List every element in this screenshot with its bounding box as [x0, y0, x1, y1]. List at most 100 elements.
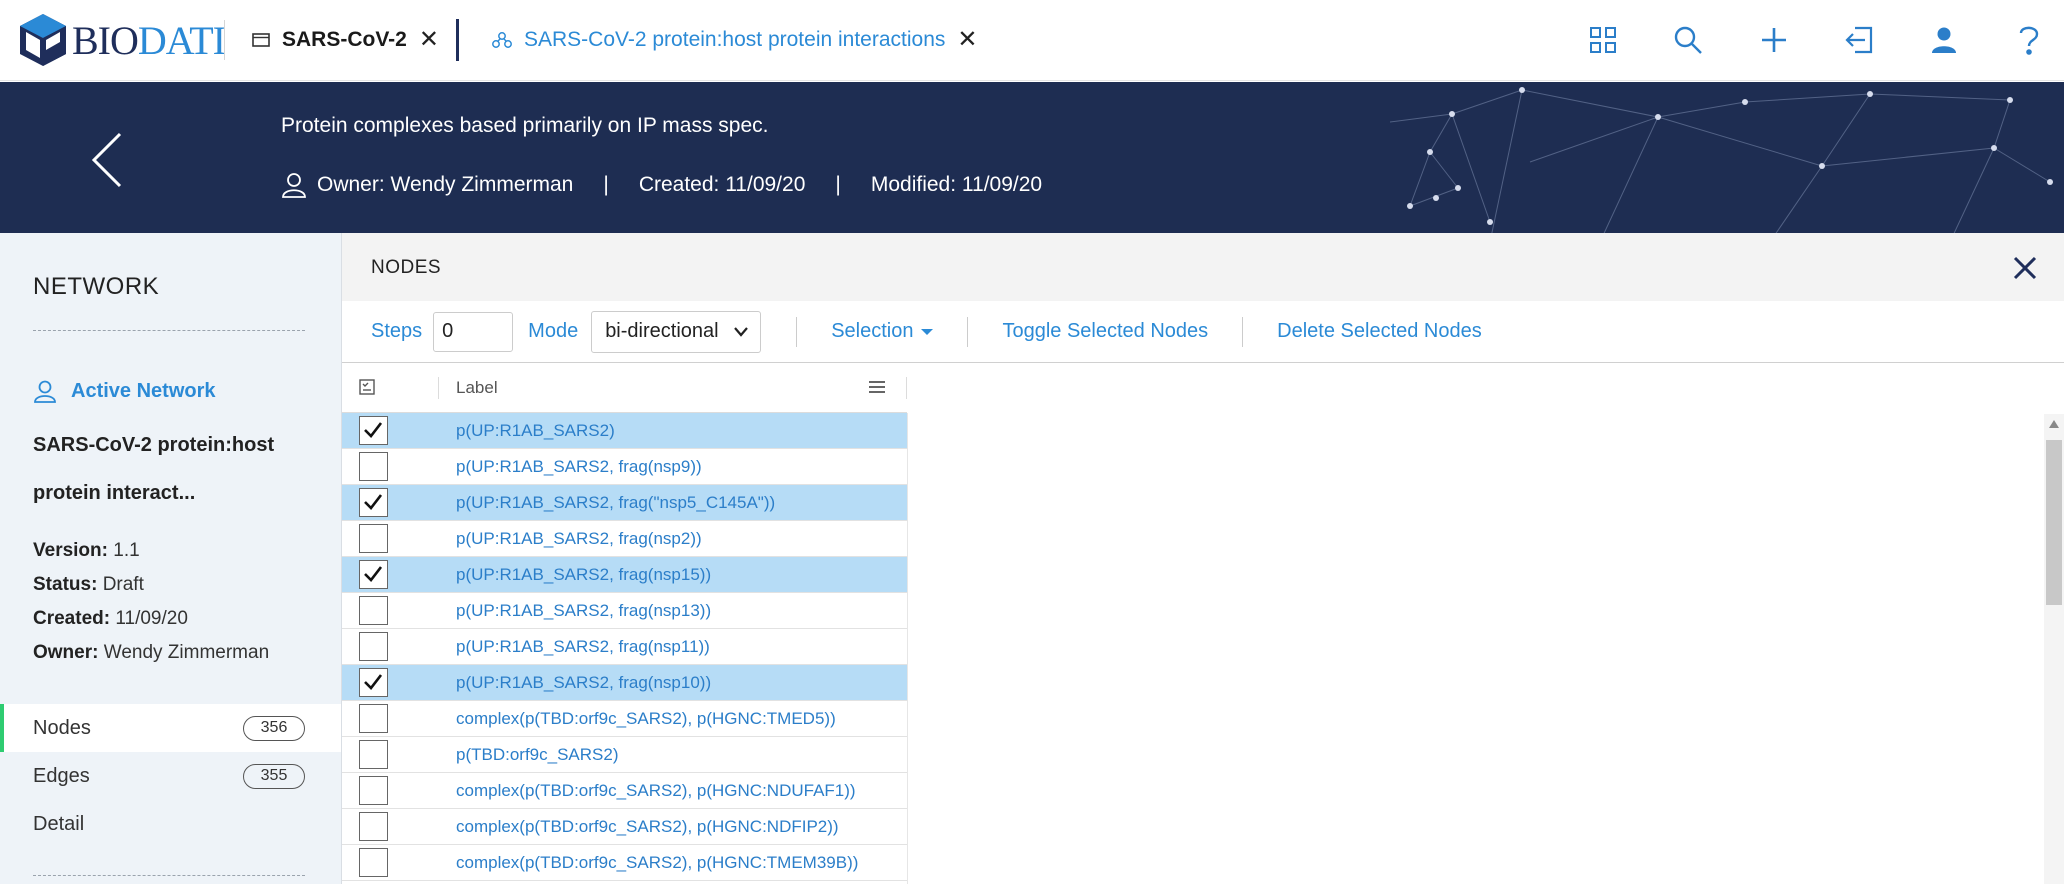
node-label[interactable]: complex(p(TBD:orf9c_SARS2), p(HGNC:NDFIP…: [456, 817, 839, 837]
node-label[interactable]: p(UP:R1AB_SARS2, frag(nsp11)): [456, 637, 710, 657]
node-label[interactable]: p(UP:R1AB_SARS2, frag(nsp2)): [456, 529, 702, 549]
mode-label: Mode: [528, 320, 579, 342]
table-row[interactable]: complex(p(TBD:orf9c_SARS2), p(HGNC:TMED5…: [342, 701, 907, 737]
toolbar-divider: [1242, 316, 1244, 347]
toolbar-divider: [796, 316, 798, 347]
active-network-label: Active Network: [71, 379, 216, 402]
user-icon[interactable]: [1926, 22, 1962, 58]
sidebar-item-label: Edges: [33, 764, 90, 787]
tab-protein-interactions[interactable]: SARS-CoV-2 protein:host protein interact…: [492, 22, 978, 58]
biodati-logo[interactable]: BIODATI: [18, 12, 226, 68]
meta-separator: |: [835, 173, 841, 196]
active-network-link[interactable]: Active Network: [33, 379, 216, 403]
tab-label: SARS-CoV-2 protein:host protein interact…: [524, 28, 946, 51]
nodes-count-badge: 356: [243, 715, 305, 741]
table-row[interactable]: p(UP:R1AB_SARS2): [342, 413, 907, 449]
import-icon[interactable]: [1841, 22, 1877, 58]
row-checkbox[interactable]: [359, 740, 388, 769]
row-checkbox[interactable]: [359, 596, 388, 625]
plus-icon[interactable]: [1756, 22, 1792, 58]
document-icon: [252, 33, 270, 47]
panel-title: NODES: [371, 257, 442, 278]
edges-count-badge: 355: [243, 763, 305, 789]
nodes-panel-header: NODES: [342, 233, 2064, 301]
column-divider: [438, 377, 439, 399]
node-label[interactable]: p(UP:R1AB_SARS2, frag(nsp13)): [456, 601, 711, 621]
network-decoration: [1390, 87, 2053, 233]
node-label[interactable]: p(UP:R1AB_SARS2, frag(nsp10)): [456, 673, 711, 693]
scroll-up-arrow-icon[interactable]: [2049, 420, 2059, 428]
grid-scrollbar[interactable]: [2044, 414, 2064, 884]
sidebar-item-detail[interactable]: Detail: [0, 800, 341, 848]
node-label[interactable]: complex(p(TBD:orf9c_SARS2), p(HGNC:TMEM3…: [456, 853, 858, 873]
tab-label: SARS-CoV-2: [282, 28, 407, 51]
column-menu-icon[interactable]: [868, 380, 886, 399]
sidebar-item-nodes[interactable]: Nodes 356: [0, 704, 341, 752]
grid-rows: p(UP:R1AB_SARS2) p(UP:R1AB_SARS2, frag(ns…: [342, 413, 907, 881]
mode-select[interactable]: bi-directional: [591, 310, 762, 353]
close-tab-icon[interactable]: ✕: [419, 28, 439, 52]
close-panel-icon[interactable]: [2012, 255, 2038, 281]
select-all-icon[interactable]: [359, 379, 375, 400]
caret-down-icon: [921, 328, 934, 335]
label-column-header[interactable]: Label: [456, 378, 498, 398]
node-label[interactable]: complex(p(TBD:orf9c_SARS2), p(HGNC:NDUFA…: [456, 781, 856, 801]
node-label[interactable]: p(UP:R1AB_SARS2, frag("nsp5_C145A")): [456, 493, 775, 513]
table-row[interactable]: p(UP:R1AB_SARS2, frag(nsp9)): [342, 449, 907, 485]
table-row[interactable]: p(UP:R1AB_SARS2, frag(nsp2)): [342, 521, 907, 557]
table-row[interactable]: complex(p(TBD:orf9c_SARS2), p(HGNC:TMEM3…: [342, 845, 907, 881]
column-border: [907, 413, 908, 884]
network-name: SARS-CoV-2 protein:host protein interact…: [33, 434, 275, 504]
network-icon: [492, 31, 512, 49]
nodes-grid: Label p(UP:R1AB_SARS2) p(UP:R1AB_SARS2, f…: [342, 364, 2064, 884]
grid-icon[interactable]: [1585, 22, 1621, 58]
table-row[interactable]: p(UP:R1AB_SARS2, frag(nsp13)): [342, 593, 907, 629]
row-checkbox[interactable]: [359, 452, 388, 481]
row-checkbox[interactable]: [359, 632, 388, 661]
table-row[interactable]: p(UP:R1AB_SARS2, frag(nsp11)): [342, 629, 907, 665]
steps-input[interactable]: [433, 311, 514, 352]
back-arrow-icon[interactable]: [88, 130, 128, 190]
table-row[interactable]: p(UP:R1AB_SARS2, frag(nsp15)): [342, 557, 907, 593]
tab-divider: [456, 19, 459, 61]
table-row[interactable]: complex(p(TBD:orf9c_SARS2), p(HGNC:NDUFA…: [342, 773, 907, 809]
table-row[interactable]: p(TBD:orf9c_SARS2): [342, 737, 907, 773]
table-row[interactable]: p(UP:R1AB_SARS2, frag(nsp10)): [342, 665, 907, 701]
node-label[interactable]: p(TBD:orf9c_SARS2): [456, 745, 619, 765]
owner-line: Owner: Wendy Zimmerman: [33, 642, 270, 663]
scroll-thumb[interactable]: [2046, 440, 2062, 605]
toggle-selected-nodes-button[interactable]: Toggle Selected Nodes: [1002, 320, 1208, 343]
close-tab-icon[interactable]: ✕: [957, 28, 977, 52]
sidebar-item-edges[interactable]: Edges 355: [0, 752, 341, 800]
search-icon[interactable]: [1670, 22, 1706, 58]
row-checkbox[interactable]: [359, 560, 388, 589]
row-checkbox[interactable]: [359, 488, 388, 517]
table-row[interactable]: complex(p(TBD:orf9c_SARS2), p(HGNC:NDFIP…: [342, 809, 907, 845]
row-checkbox[interactable]: [359, 668, 388, 697]
status-line: Status: Draft: [33, 574, 144, 595]
node-label[interactable]: p(UP:R1AB_SARS2, frag(nsp9)): [456, 457, 702, 477]
table-row[interactable]: p(UP:R1AB_SARS2, frag("nsp5_C145A")): [342, 485, 907, 521]
selection-dropdown[interactable]: Selection: [831, 320, 934, 343]
steps-label: Steps: [371, 320, 423, 342]
help-icon[interactable]: [2011, 22, 2047, 58]
tab-sars-cov-2[interactable]: SARS-CoV-2 ✕: [252, 22, 439, 58]
sidebar-title: NETWORK: [33, 273, 160, 300]
row-checkbox[interactable]: [359, 704, 388, 733]
checkmark-icon: [364, 494, 383, 510]
row-checkbox[interactable]: [359, 848, 388, 877]
row-checkbox[interactable]: [359, 524, 388, 553]
delete-selected-nodes-button[interactable]: Delete Selected Nodes: [1277, 320, 1482, 343]
row-checkbox[interactable]: [359, 416, 388, 445]
row-checkbox[interactable]: [359, 776, 388, 805]
row-checkbox[interactable]: [359, 812, 388, 841]
divider: [224, 20, 225, 60]
dashed-divider: [33, 330, 305, 331]
created-text: Created: 11/09/20: [638, 173, 806, 196]
node-label[interactable]: p(UP:R1AB_SARS2): [456, 421, 615, 441]
node-label[interactable]: p(UP:R1AB_SARS2, frag(nsp15)): [456, 565, 711, 585]
node-label[interactable]: complex(p(TBD:orf9c_SARS2), p(HGNC:TMED5…: [456, 709, 836, 729]
network-banner: Protein complexes based primarily on IP …: [0, 82, 2064, 233]
modified-text: Modified: 11/09/20: [870, 173, 1043, 196]
nodes-toolbar: Steps Mode bi-directional Selection Togg…: [342, 301, 2064, 363]
